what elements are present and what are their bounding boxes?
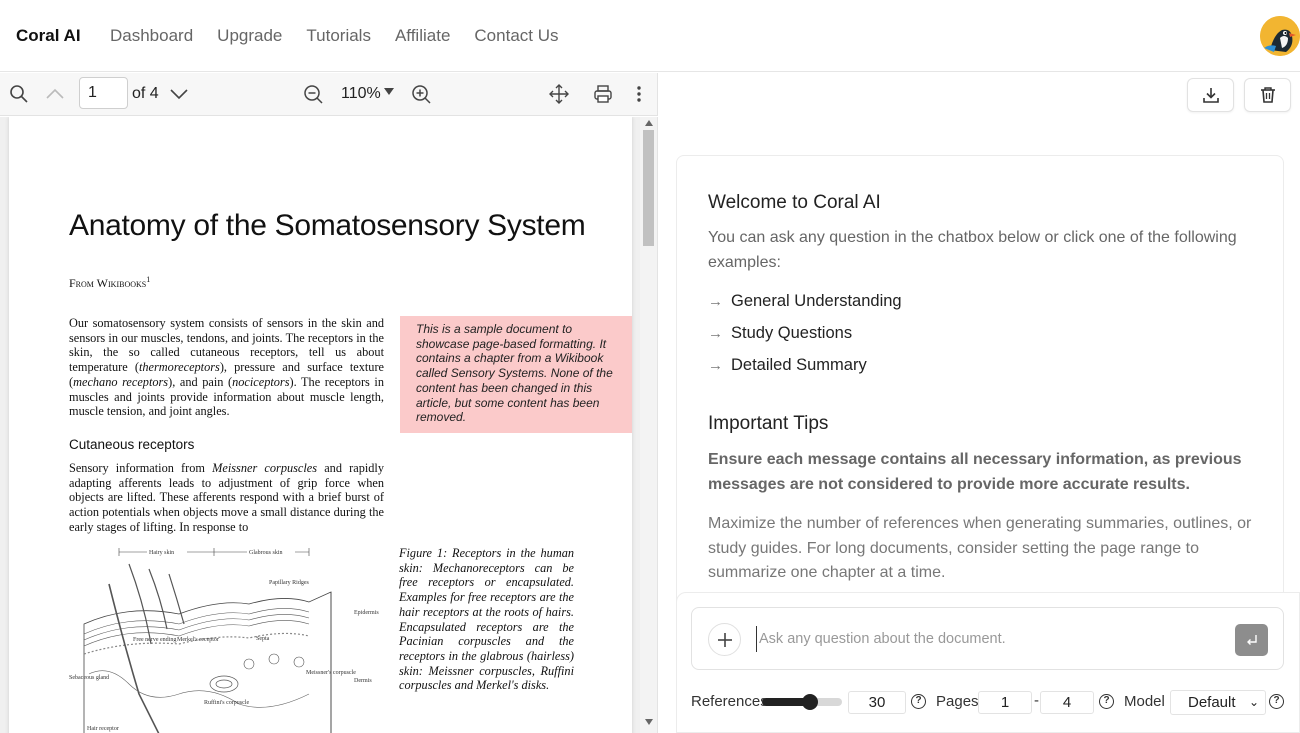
references-input[interactable] <box>848 691 906 714</box>
example-study-questions[interactable]: → Study Questions <box>708 324 852 343</box>
enter-icon <box>1246 635 1257 645</box>
label-hairy-skin: Hairy skin <box>149 550 174 556</box>
pdf-scrollbar[interactable] <box>640 117 657 733</box>
label-meissner: Meissner's corpuscle <box>306 670 356 676</box>
page-number-input[interactable] <box>79 77 128 109</box>
references-help-icon[interactable]: ? <box>911 694 926 709</box>
nav-link-contact-us[interactable]: Contact Us <box>474 26 558 46</box>
example-general-understanding[interactable]: → General Understanding <box>708 292 902 311</box>
chat-header <box>659 73 1300 116</box>
download-icon <box>1202 88 1219 103</box>
section-heading: Cutaneous receptors <box>69 437 195 452</box>
skin-receptors-figure: Hairy skin Glabrous skin Papillary Ridge… <box>69 548 379 733</box>
attach-button[interactable] <box>708 623 741 656</box>
example-detailed-summary[interactable]: → Detailed Summary <box>708 356 867 375</box>
zoom-in-icon[interactable] <box>411 84 431 104</box>
figure-caption: Figure 1: Receptors in the human skin: M… <box>399 546 574 693</box>
label-hair-receptor: Hair receptor <box>87 726 119 732</box>
search-icon[interactable] <box>9 84 29 104</box>
example-label: Detailed Summary <box>731 356 867 374</box>
label-dermis: Dermis <box>354 678 372 684</box>
delete-button[interactable] <box>1244 78 1291 112</box>
send-button[interactable] <box>1235 624 1268 656</box>
page-range-dash: - <box>1034 692 1039 709</box>
move-icon[interactable] <box>549 84 569 104</box>
page-total: of 4 <box>132 85 159 102</box>
tip-references: Maximize the number of references when g… <box>708 515 1252 581</box>
chevron-down-icon[interactable] <box>169 87 189 101</box>
scroll-thumb[interactable] <box>643 130 654 246</box>
pdf-viewer[interactable]: Anatomy of the Somatosensory System From… <box>0 117 658 733</box>
label-epidermis: Epidermis <box>354 610 379 616</box>
para2-part: Sensory information from <box>69 461 213 475</box>
document-title: Anatomy of the Somatosensory System <box>69 209 586 242</box>
puffin-avatar-icon <box>1260 16 1300 56</box>
label-merkel: Merkel's receptor <box>177 637 219 643</box>
nav-links: Dashboard Upgrade Tutorials Affiliate Co… <box>110 26 583 46</box>
download-button[interactable] <box>1187 78 1234 112</box>
slider-knob[interactable] <box>802 694 818 710</box>
label-glabrous-skin: Glabrous skin <box>249 550 283 556</box>
label-septa: Septa <box>256 636 270 642</box>
nav-link-affiliate[interactable]: Affiliate <box>395 26 450 46</box>
label-papillary-ridges: Papillary Ridges <box>269 580 309 586</box>
chat-input[interactable] <box>756 626 1216 652</box>
pdf-page: Anatomy of the Somatosensory System From… <box>9 117 632 733</box>
scroll-down-icon[interactable] <box>645 719 653 725</box>
tip-context: Ensure each message contains all necessa… <box>708 451 1242 493</box>
zoom-level[interactable]: 110% <box>341 85 381 103</box>
nav-link-upgrade[interactable]: Upgrade <box>217 26 282 46</box>
example-label: General Understanding <box>731 292 902 310</box>
sample-note-box: This is a sample document to showcase pa… <box>400 316 632 433</box>
label-sebaceous: Sebaceous gland <box>69 675 109 681</box>
paragraph-cutaneous: Sensory information from Meissner corpus… <box>69 461 384 535</box>
label-ruffini: Ruffini's corpuscle <box>204 699 249 706</box>
arrow-right-icon: → <box>708 325 723 342</box>
welcome-card: Welcome to Coral AI You can ask any ques… <box>676 155 1284 625</box>
page-to-input[interactable] <box>1040 691 1094 714</box>
para1-term: mechano receptors <box>73 374 169 389</box>
model-help-icon[interactable]: ? <box>1269 694 1284 709</box>
trash-icon <box>1260 87 1275 103</box>
document-source-text: From Wikibooks <box>69 276 147 290</box>
pages-label: Pages <box>936 693 979 710</box>
para1-term: nociceptors <box>232 374 290 389</box>
document-source: From Wikibooks1 <box>69 275 150 291</box>
zoom-out-icon[interactable] <box>303 84 323 104</box>
tips-title: Important Tips <box>708 413 829 434</box>
top-navbar: Coral AI Dashboard Upgrade Tutorials Aff… <box>0 0 1300 72</box>
references-label: References <box>691 693 768 710</box>
chevron-down-icon: ⌄ <box>1248 695 1259 709</box>
pages-help-icon[interactable]: ? <box>1099 694 1114 709</box>
avatar[interactable] <box>1260 16 1300 56</box>
welcome-title: Welcome to Coral AI <box>708 192 881 213</box>
para2-term: Meissner corpuscles <box>212 461 318 475</box>
para1-part: ), and pain ( <box>168 374 233 389</box>
footnote-marker: 1 <box>146 275 151 284</box>
zoom-dropdown-icon[interactable] <box>384 87 394 97</box>
scroll-up-icon[interactable] <box>645 120 653 126</box>
print-icon[interactable] <box>593 84 613 104</box>
model-label: Model <box>1124 693 1165 710</box>
nav-link-dashboard[interactable]: Dashboard <box>110 26 193 46</box>
para1-term: thermoreceptors <box>138 360 220 375</box>
brand-logo[interactable]: Coral AI <box>16 26 81 46</box>
chevron-up-icon[interactable] <box>45 85 65 103</box>
model-select[interactable]: Default ⌄ <box>1170 690 1266 715</box>
page-from-input[interactable] <box>978 691 1032 714</box>
plus-icon <box>717 632 732 647</box>
references-slider[interactable] <box>762 694 842 710</box>
arrow-right-icon: → <box>708 357 723 374</box>
arrow-right-icon: → <box>708 293 723 310</box>
welcome-subtitle: You can ask any question in the chatbox … <box>708 229 1237 271</box>
model-value: Default <box>1188 694 1236 711</box>
pdf-toolbar: of 4 110% <box>0 73 658 116</box>
nav-link-tutorials[interactable]: Tutorials <box>306 26 371 46</box>
paragraph-intro: Our somatosensory system consists of sen… <box>69 316 384 419</box>
more-vertical-icon[interactable] <box>634 84 644 104</box>
example-label: Study Questions <box>731 324 853 342</box>
label-free-nerve: Free nerve ending <box>133 637 176 643</box>
